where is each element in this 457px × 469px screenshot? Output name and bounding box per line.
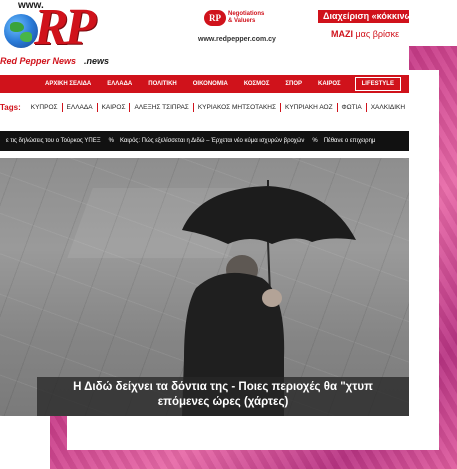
nav-item-economy[interactable]: ΟΙΚΟΝΟΜΙΑ <box>185 75 236 93</box>
tag-link[interactable]: ΚΥΡΙΑΚΟΣ ΜΗΤΣΟΤΑΚΗΣ <box>194 102 281 112</box>
tag-link[interactable]: ΕΛΛΑΔΑ <box>63 102 98 112</box>
ticker-item[interactable]: Πέθανε ο επιχειρημ <box>318 138 382 144</box>
person-hand <box>262 289 282 307</box>
nav-item-weather[interactable]: ΚΑΙΡΟΣ <box>310 75 349 93</box>
headline-text: Η Διδώ δείχνει τα δόντια της - Ποιες περ… <box>37 380 409 410</box>
website-screenshot: www. RP Red Pepper News .news RP Negotia… <box>0 0 409 416</box>
nav-item-sport[interactable]: ΣΠΟΡ <box>277 75 310 93</box>
ticker-item[interactable]: Καιρός: Πώς εξελίσσεται η Διδώ – Έρχεται… <box>114 138 310 144</box>
ad-subtitle: MAZI μας βρίσκε <box>331 29 400 39</box>
headline-line2: επόμενες ώρες (χάρτες) <box>157 396 289 408</box>
ticker-item[interactable]: ε τις δηλώσεις του ο Τούρκος ΥΠΕΞ <box>0 138 107 144</box>
tag-link[interactable]: ΑΛΕΞΗΣ ΤΣΙΠΡΑΣ <box>130 102 194 112</box>
main-navigation: ΑΡΧΙΚΗ ΣΕΛΙΔΑ ΕΛΛΑΔΑ ΠΟΛΙΤΙΚΗ ΟΙΚΟΝΟΜΙΑ … <box>0 75 409 93</box>
tag-link[interactable]: ΦΩΤΙΑ <box>338 102 367 112</box>
tag-link[interactable]: ΧΑΛΚΙΔΙΚΗ <box>367 103 409 112</box>
nav-item-greece[interactable]: ΕΛΛΑΔΑ <box>99 75 140 93</box>
ad-banner[interactable]: Διαχείριση «κόκκινων <box>318 10 409 23</box>
headline-line1: Η Διδώ δείχνει τα δόντια της - Ποιες περ… <box>73 381 373 393</box>
sponsor-line1: Negotiations <box>228 11 265 17</box>
tags-label: Tags: <box>0 102 21 112</box>
tag-link[interactable]: ΚΥΠΡΟΣ <box>27 102 63 112</box>
news-ticker: ε τις δηλώσεις του ο Τούρκος ΥΠΕΞ % Καιρ… <box>0 131 409 151</box>
nav-item-politics[interactable]: ΠΟΛΙΤΙΚΗ <box>140 75 185 93</box>
nav-item-world[interactable]: ΚΟΣΜΟΣ <box>236 75 278 93</box>
logo-rp-letters: RP <box>34 0 96 56</box>
nav-item-lifestyle[interactable]: LIFESTYLE <box>354 77 401 91</box>
headline-caption[interactable]: Η Διδώ δείχνει τα δόντια της - Ποιες περ… <box>37 377 409 416</box>
sponsor-url: www.redpepper.com.cy <box>198 36 276 43</box>
tags-bar: Tags: ΚΥΠΡΟΣ ΕΛΛΑΔΑ ΚΑΙΡΟΣ ΑΛΕΞΗΣ ΤΣΙΠΡΑ… <box>0 101 409 113</box>
logo-name: Red Pepper News <box>0 56 77 66</box>
tag-link[interactable]: ΚΥΠΡΙΑΚΗ ΑΟΖ <box>281 102 338 112</box>
umbrella-canopy <box>182 186 356 244</box>
site-logo[interactable]: www. RP Red Pepper News .news <box>0 0 115 70</box>
sponsor-line2: & Valuers <box>228 18 256 24</box>
tag-link[interactable]: ΚΑΙΡΟΣ <box>98 102 131 112</box>
globe-icon <box>4 14 38 48</box>
sponsor-badge-icon: RP <box>204 10 226 26</box>
sponsor-banner[interactable]: RP Negotiations & Valuers www.redpepper.… <box>198 8 290 48</box>
logo-tld: .news <box>84 56 110 66</box>
nav-item-more[interactable]: Υ <box>401 75 410 93</box>
nav-item-home[interactable]: ΑΡΧΙΚΗ ΣΕΛΙΔΑ <box>0 75 99 93</box>
